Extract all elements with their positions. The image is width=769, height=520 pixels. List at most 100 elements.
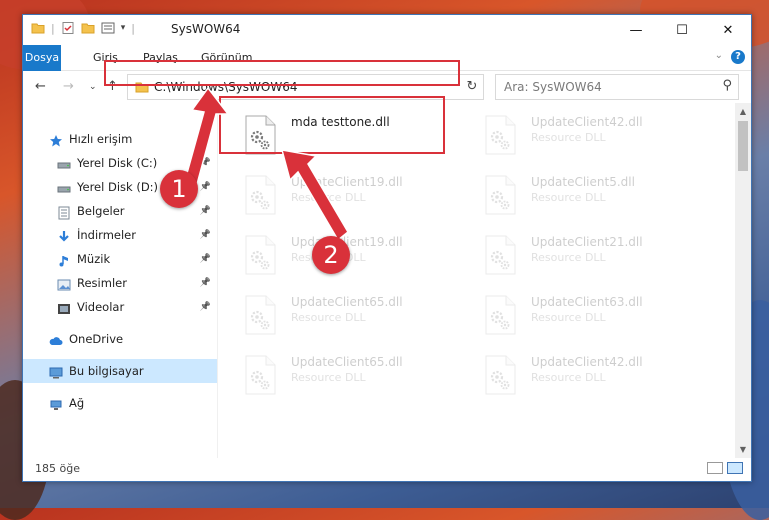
vertical-scrollbar[interactable]: ▲ ▼ xyxy=(735,103,751,458)
sidebar-item[interactable]: Videolar 📌 xyxy=(23,295,217,319)
file-name: UpdateClient42.dll xyxy=(531,355,643,369)
dll-file-icon xyxy=(483,235,517,275)
file-item[interactable]: UpdateClient42.dll Resource DLL xyxy=(459,109,679,159)
window-title: SysWOW64 xyxy=(171,22,241,36)
sidebar-item-label: OneDrive xyxy=(69,332,124,346)
file-name: UpdateClient65.dll xyxy=(291,295,403,309)
scrollbar-thumb[interactable] xyxy=(738,121,748,171)
dll-file-icon xyxy=(483,295,517,335)
sidebar-item-label: Yerel Disk (C:) xyxy=(77,156,158,170)
title-bar: | ▾ | SysWOW64 — ☐ ✕ xyxy=(23,15,751,45)
dll-file-icon xyxy=(243,175,277,215)
file-name: UpdateClient63.dll xyxy=(531,295,643,309)
file-type: Resource DLL xyxy=(291,311,366,324)
computer-icon xyxy=(49,364,63,379)
maximize-button[interactable]: ☐ xyxy=(659,15,705,45)
view-icon[interactable] xyxy=(101,21,115,35)
close-button[interactable]: ✕ xyxy=(705,15,751,45)
address-bar-highlight xyxy=(104,60,460,86)
separator: | xyxy=(131,21,135,35)
documents-icon xyxy=(57,204,71,220)
step-1-badge: 1 xyxy=(160,170,198,208)
dll-file-icon xyxy=(483,175,517,215)
file-item[interactable]: UpdateClient65.dll Resource DLL xyxy=(219,289,439,339)
sidebar-item[interactable]: İndirmeler 📌 xyxy=(23,223,217,247)
sidebar-item-label: Müzik xyxy=(77,252,111,266)
search-placeholder: Ara: SysWOW64 xyxy=(504,80,602,94)
file-name: UpdateClient65.dll xyxy=(291,355,403,369)
pin-icon[interactable]: 📌 xyxy=(200,271,211,295)
sidebar-item[interactable]: Resimler 📌 xyxy=(23,271,217,295)
dll-file-icon xyxy=(483,355,517,395)
videos-icon xyxy=(57,300,71,314)
folder-icon[interactable] xyxy=(31,21,45,35)
file-type: Resource DLL xyxy=(291,371,366,384)
arrow-2-icon xyxy=(282,150,349,242)
file-type: Resource DLL xyxy=(531,191,606,204)
dll-file-icon xyxy=(243,355,277,395)
file-type: Resource DLL xyxy=(531,251,606,264)
view-switcher xyxy=(707,462,743,474)
pin-icon[interactable]: 📌 xyxy=(200,223,211,247)
file-item[interactable]: UpdateClient63.dll Resource DLL xyxy=(459,289,679,339)
forward-icon[interactable]: → xyxy=(63,79,74,94)
pictures-icon xyxy=(57,276,71,291)
search-icon[interactable]: ⚲ xyxy=(722,78,732,93)
file-item[interactable]: UpdateClient42.dll Resource DLL xyxy=(459,349,679,399)
step-2-badge: 2 xyxy=(312,236,350,274)
file-highlight xyxy=(219,96,445,154)
refresh-button[interactable]: ↻ xyxy=(461,74,484,100)
back-icon[interactable]: ← xyxy=(35,79,46,94)
item-count: 185 öğe xyxy=(35,462,80,475)
sidebar-item[interactable]: OneDrive xyxy=(23,327,217,351)
sidebar-item-label: Resimler xyxy=(77,276,127,290)
new-folder-icon[interactable] xyxy=(81,21,95,35)
star-icon xyxy=(49,132,63,147)
file-name: UpdateClient42.dll xyxy=(531,115,643,129)
sidebar-item-label: Belgeler xyxy=(77,204,125,218)
dll-file-icon xyxy=(243,295,277,335)
sidebar-item[interactable]: Bu bilgisayar xyxy=(23,359,217,383)
drive-icon xyxy=(57,156,71,170)
expand-ribbon-icon[interactable]: ⌄ xyxy=(715,50,723,61)
tiles-view-icon[interactable] xyxy=(727,462,743,474)
scroll-down-icon[interactable]: ▼ xyxy=(735,445,751,454)
sidebar-item-label: Videolar xyxy=(77,300,125,314)
dll-file-icon xyxy=(243,235,277,275)
window-controls: — ☐ ✕ xyxy=(613,15,751,45)
pin-icon[interactable]: 📌 xyxy=(200,199,211,223)
file-name: UpdateClient21.dll xyxy=(531,235,643,249)
scroll-up-icon[interactable]: ▲ xyxy=(735,107,751,116)
pin-icon[interactable]: 📌 xyxy=(200,247,211,271)
details-view-icon[interactable] xyxy=(707,462,723,474)
separator: | xyxy=(51,21,55,35)
sidebar-item-label: Yerel Disk (D:) xyxy=(77,180,159,194)
help-icon[interactable]: ? xyxy=(731,50,745,64)
sidebar-item-label: Ağ xyxy=(69,396,85,410)
file-type: Resource DLL xyxy=(531,371,606,384)
file-type: Resource DLL xyxy=(531,311,606,324)
search-input[interactable]: Ara: SysWOW64 ⚲ xyxy=(495,74,739,100)
dll-file-icon xyxy=(483,115,517,155)
file-item[interactable]: UpdateClient5.dll Resource DLL xyxy=(459,169,679,219)
music-icon xyxy=(57,252,71,267)
file-item[interactable]: UpdateClient65.dll Resource DLL xyxy=(219,349,439,399)
status-bar: 185 öğe xyxy=(23,458,751,481)
sidebar-item-label: Bu bilgisayar xyxy=(69,364,144,378)
cloud-icon xyxy=(49,332,63,346)
network-icon xyxy=(49,396,63,410)
file-item[interactable]: UpdateClient21.dll Resource DLL xyxy=(459,229,679,279)
download-icon xyxy=(57,228,71,242)
customize-toolbar-icon[interactable]: ▾ xyxy=(121,23,126,33)
sidebar-item[interactable]: Ağ xyxy=(23,391,217,415)
sidebar-item[interactable]: Müzik 📌 xyxy=(23,247,217,271)
sidebar-item-label: İndirmeler xyxy=(77,228,136,242)
file-name: UpdateClient5.dll xyxy=(531,175,635,189)
quick-access-toolbar: | ▾ | xyxy=(31,21,135,35)
minimize-button[interactable]: — xyxy=(613,15,659,45)
properties-icon[interactable] xyxy=(61,21,75,35)
sidebar-item-label: Hızlı erişim xyxy=(69,132,133,146)
file-type: Resource DLL xyxy=(531,131,606,144)
pin-icon[interactable]: 📌 xyxy=(200,295,211,319)
recent-locations-icon[interactable]: ⌄ xyxy=(89,82,97,92)
